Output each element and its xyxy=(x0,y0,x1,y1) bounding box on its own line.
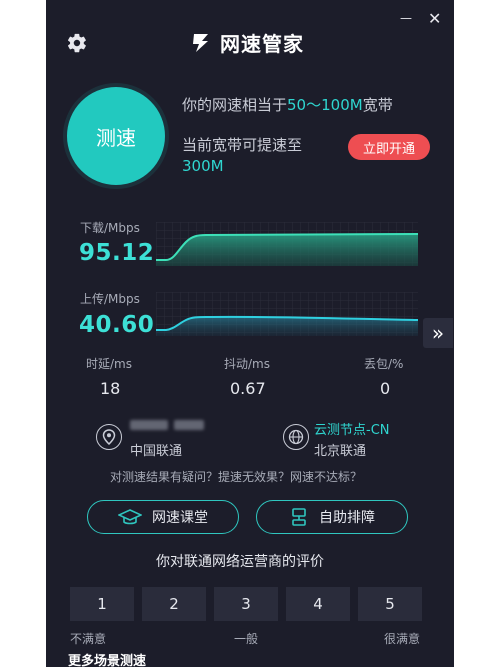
rating-4[interactable]: 4 xyxy=(286,587,350,621)
close-button[interactable]: ✕ xyxy=(428,11,441,27)
packet-loss-value: 0 xyxy=(380,379,391,398)
remote-node-name[interactable]: 云测节点-CN xyxy=(314,419,390,438)
rating-title: 你对联通网络运营商的评价 xyxy=(156,554,324,570)
rating-3[interactable]: 3 xyxy=(214,587,278,621)
upload-label: 上传/Mbps xyxy=(80,292,140,306)
speed-classroom-label: 网速课堂 xyxy=(152,510,208,526)
open-now-button[interactable]: 立即开通 xyxy=(348,134,430,160)
logo-icon xyxy=(193,33,208,52)
gear-icon[interactable] xyxy=(66,32,88,58)
app-window: 网速管家 — ✕ 测速 你的网速相当于50～100M宽带 当前宽带可提速至 30… xyxy=(46,0,454,667)
download-curve-fill xyxy=(156,234,418,266)
bandwidth-prefix: 你的网速相当于 xyxy=(182,96,288,114)
latency-label: 时延/ms xyxy=(86,357,132,371)
self-troubleshoot-button[interactable]: 自助排障 xyxy=(256,500,408,534)
app-logo: 网速管家 xyxy=(188,28,304,57)
jitter-label: 抖动/ms xyxy=(224,357,270,371)
bandwidth-equivalent: 你的网速相当于50～100M宽带 xyxy=(182,94,393,115)
upgrade-text: 当前宽带可提速至 xyxy=(182,136,303,154)
remote-isp: 北京联通 xyxy=(314,444,367,459)
location-icon xyxy=(96,424,122,450)
minimize-button[interactable]: — xyxy=(400,10,412,26)
help-tip[interactable]: 对测速结果有疑问？提速无效果？网速不达标？ xyxy=(110,468,362,485)
rating-high-label: 很满意 xyxy=(384,632,421,646)
bandwidth-suffix: 宽带 xyxy=(362,96,393,114)
app-title: 网速管家 xyxy=(220,32,304,56)
jitter-value: 0.67 xyxy=(230,379,266,398)
packet-loss-label: 丢包/% xyxy=(364,357,404,371)
rating-1[interactable]: 1 xyxy=(70,587,134,621)
download-value: 95.12 xyxy=(79,240,155,266)
graduation-cap-icon xyxy=(118,509,142,525)
local-ip-redacted xyxy=(130,420,204,430)
download-graph xyxy=(156,222,418,266)
speed-classroom-button[interactable]: 网速课堂 xyxy=(87,500,239,534)
rating-mid-label: 一般 xyxy=(234,632,259,646)
upgrade-value: 300M xyxy=(182,157,224,175)
expand-arrow-button[interactable]: » xyxy=(423,318,453,348)
download-label: 下载/Mbps xyxy=(80,221,140,235)
upload-graph xyxy=(156,292,418,336)
self-troubleshoot-label: 自助排障 xyxy=(319,510,375,526)
troubleshoot-icon xyxy=(292,508,306,526)
latency-value: 18 xyxy=(100,379,121,398)
rating-5[interactable]: 5 xyxy=(358,587,422,621)
local-isp: 中国联通 xyxy=(130,444,183,459)
bandwidth-range: 50～100M xyxy=(287,96,363,114)
rating-low-label: 不满意 xyxy=(70,632,107,646)
upload-value: 40.60 xyxy=(79,312,155,338)
speed-test-button[interactable]: 测速 xyxy=(67,87,165,185)
rating-2[interactable]: 2 xyxy=(142,587,206,621)
globe-icon xyxy=(283,424,309,450)
more-scenarios-link[interactable]: 更多场景测速 xyxy=(68,650,146,667)
